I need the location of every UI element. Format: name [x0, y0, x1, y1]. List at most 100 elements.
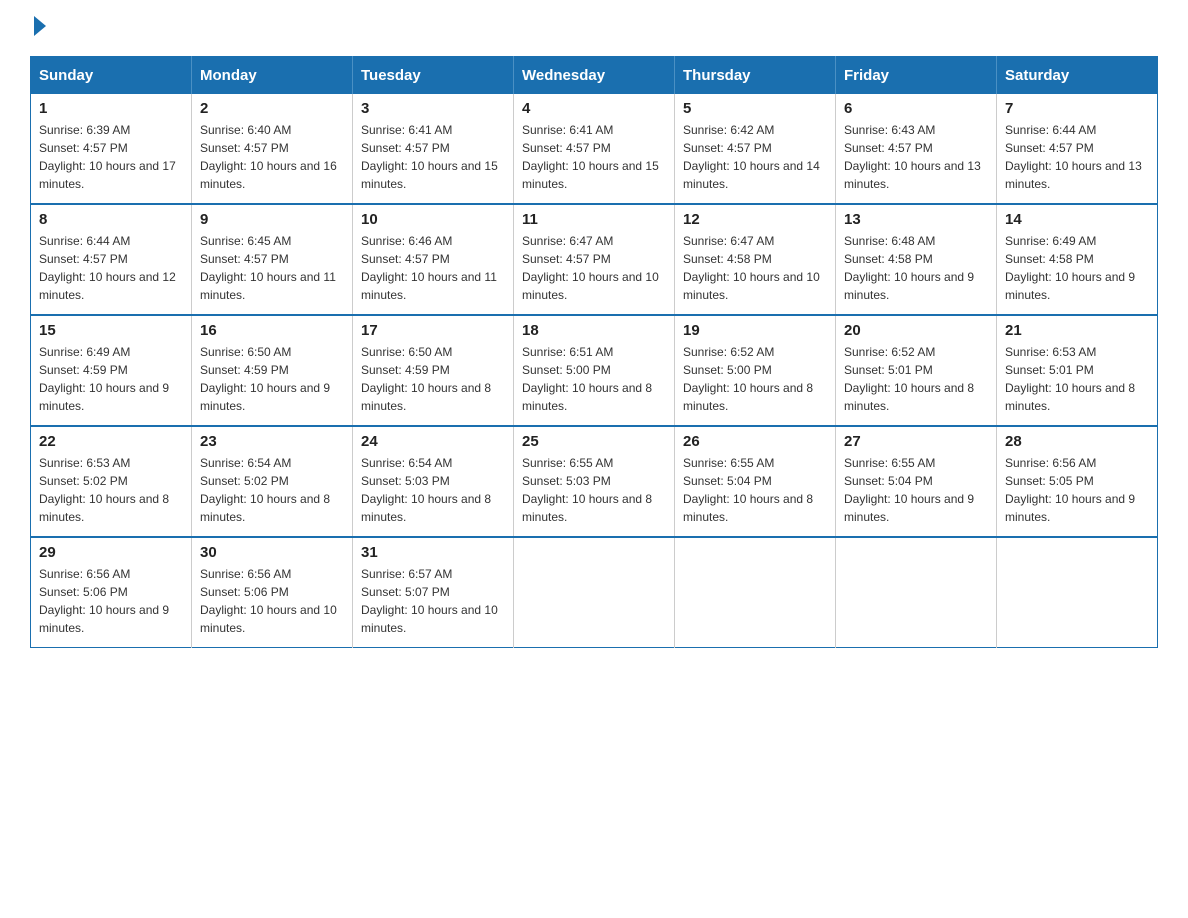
week-row-1: 1 Sunrise: 6:39 AM Sunset: 4:57 PM Dayli…: [31, 94, 1158, 204]
calendar-body: 1 Sunrise: 6:39 AM Sunset: 4:57 PM Dayli…: [31, 94, 1158, 648]
day-number: 28: [1005, 433, 1149, 450]
weekday-header-row: SundayMondayTuesdayWednesdayThursdayFrid…: [31, 57, 1158, 95]
day-cell: [836, 537, 997, 648]
day-cell: 5 Sunrise: 6:42 AM Sunset: 4:57 PM Dayli…: [675, 94, 836, 204]
day-number: 7: [1005, 100, 1149, 117]
week-row-4: 22 Sunrise: 6:53 AM Sunset: 5:02 PM Dayl…: [31, 426, 1158, 537]
day-cell: 22 Sunrise: 6:53 AM Sunset: 5:02 PM Dayl…: [31, 426, 192, 537]
day-number: 2: [200, 100, 344, 117]
day-info: Sunrise: 6:43 AM Sunset: 4:57 PM Dayligh…: [844, 121, 988, 193]
day-cell: 20 Sunrise: 6:52 AM Sunset: 5:01 PM Dayl…: [836, 315, 997, 426]
week-row-2: 8 Sunrise: 6:44 AM Sunset: 4:57 PM Dayli…: [31, 204, 1158, 315]
day-cell: 27 Sunrise: 6:55 AM Sunset: 5:04 PM Dayl…: [836, 426, 997, 537]
calendar-header: SundayMondayTuesdayWednesdayThursdayFrid…: [31, 57, 1158, 95]
day-info: Sunrise: 6:46 AM Sunset: 4:57 PM Dayligh…: [361, 232, 505, 304]
day-info: Sunrise: 6:54 AM Sunset: 5:02 PM Dayligh…: [200, 454, 344, 526]
day-cell: 7 Sunrise: 6:44 AM Sunset: 4:57 PM Dayli…: [997, 94, 1158, 204]
day-cell: 16 Sunrise: 6:50 AM Sunset: 4:59 PM Dayl…: [192, 315, 353, 426]
weekday-header-saturday: Saturday: [997, 57, 1158, 95]
day-number: 8: [39, 211, 183, 228]
day-cell: 30 Sunrise: 6:56 AM Sunset: 5:06 PM Dayl…: [192, 537, 353, 648]
day-info: Sunrise: 6:56 AM Sunset: 5:06 PM Dayligh…: [200, 565, 344, 637]
day-cell: [675, 537, 836, 648]
day-cell: 17 Sunrise: 6:50 AM Sunset: 4:59 PM Dayl…: [353, 315, 514, 426]
day-cell: 29 Sunrise: 6:56 AM Sunset: 5:06 PM Dayl…: [31, 537, 192, 648]
day-number: 26: [683, 433, 827, 450]
day-number: 15: [39, 322, 183, 339]
day-cell: 2 Sunrise: 6:40 AM Sunset: 4:57 PM Dayli…: [192, 94, 353, 204]
day-cell: 6 Sunrise: 6:43 AM Sunset: 4:57 PM Dayli…: [836, 94, 997, 204]
week-row-3: 15 Sunrise: 6:49 AM Sunset: 4:59 PM Dayl…: [31, 315, 1158, 426]
day-number: 17: [361, 322, 505, 339]
day-cell: 14 Sunrise: 6:49 AM Sunset: 4:58 PM Dayl…: [997, 204, 1158, 315]
day-info: Sunrise: 6:51 AM Sunset: 5:00 PM Dayligh…: [522, 343, 666, 415]
day-info: Sunrise: 6:44 AM Sunset: 4:57 PM Dayligh…: [39, 232, 183, 304]
day-number: 13: [844, 211, 988, 228]
day-number: 27: [844, 433, 988, 450]
day-cell: 11 Sunrise: 6:47 AM Sunset: 4:57 PM Dayl…: [514, 204, 675, 315]
day-info: Sunrise: 6:49 AM Sunset: 4:59 PM Dayligh…: [39, 343, 183, 415]
weekday-header-friday: Friday: [836, 57, 997, 95]
day-cell: 9 Sunrise: 6:45 AM Sunset: 4:57 PM Dayli…: [192, 204, 353, 315]
day-cell: 1 Sunrise: 6:39 AM Sunset: 4:57 PM Dayli…: [31, 94, 192, 204]
day-number: 1: [39, 100, 183, 117]
day-info: Sunrise: 6:39 AM Sunset: 4:57 PM Dayligh…: [39, 121, 183, 193]
day-number: 9: [200, 211, 344, 228]
day-info: Sunrise: 6:40 AM Sunset: 4:57 PM Dayligh…: [200, 121, 344, 193]
day-cell: 12 Sunrise: 6:47 AM Sunset: 4:58 PM Dayl…: [675, 204, 836, 315]
day-cell: [514, 537, 675, 648]
day-info: Sunrise: 6:41 AM Sunset: 4:57 PM Dayligh…: [361, 121, 505, 193]
day-number: 11: [522, 211, 666, 228]
day-cell: 31 Sunrise: 6:57 AM Sunset: 5:07 PM Dayl…: [353, 537, 514, 648]
day-cell: 24 Sunrise: 6:54 AM Sunset: 5:03 PM Dayl…: [353, 426, 514, 537]
day-number: 30: [200, 544, 344, 561]
day-cell: 23 Sunrise: 6:54 AM Sunset: 5:02 PM Dayl…: [192, 426, 353, 537]
day-info: Sunrise: 6:49 AM Sunset: 4:58 PM Dayligh…: [1005, 232, 1149, 304]
day-info: Sunrise: 6:57 AM Sunset: 5:07 PM Dayligh…: [361, 565, 505, 637]
logo-triangle-icon: [34, 16, 46, 36]
day-number: 31: [361, 544, 505, 561]
day-number: 12: [683, 211, 827, 228]
day-info: Sunrise: 6:54 AM Sunset: 5:03 PM Dayligh…: [361, 454, 505, 526]
day-info: Sunrise: 6:52 AM Sunset: 5:00 PM Dayligh…: [683, 343, 827, 415]
weekday-header-sunday: Sunday: [31, 57, 192, 95]
day-number: 4: [522, 100, 666, 117]
day-info: Sunrise: 6:52 AM Sunset: 5:01 PM Dayligh…: [844, 343, 988, 415]
day-number: 21: [1005, 322, 1149, 339]
day-info: Sunrise: 6:56 AM Sunset: 5:06 PM Dayligh…: [39, 565, 183, 637]
day-number: 14: [1005, 211, 1149, 228]
page-header: [30, 20, 1158, 36]
day-info: Sunrise: 6:45 AM Sunset: 4:57 PM Dayligh…: [200, 232, 344, 304]
weekday-header-monday: Monday: [192, 57, 353, 95]
day-info: Sunrise: 6:55 AM Sunset: 5:04 PM Dayligh…: [844, 454, 988, 526]
day-info: Sunrise: 6:53 AM Sunset: 5:02 PM Dayligh…: [39, 454, 183, 526]
day-info: Sunrise: 6:47 AM Sunset: 4:57 PM Dayligh…: [522, 232, 666, 304]
day-info: Sunrise: 6:55 AM Sunset: 5:04 PM Dayligh…: [683, 454, 827, 526]
day-number: 10: [361, 211, 505, 228]
day-cell: 3 Sunrise: 6:41 AM Sunset: 4:57 PM Dayli…: [353, 94, 514, 204]
day-number: 20: [844, 322, 988, 339]
weekday-header-thursday: Thursday: [675, 57, 836, 95]
day-number: 3: [361, 100, 505, 117]
day-number: 29: [39, 544, 183, 561]
day-cell: 19 Sunrise: 6:52 AM Sunset: 5:00 PM Dayl…: [675, 315, 836, 426]
day-number: 25: [522, 433, 666, 450]
day-cell: 18 Sunrise: 6:51 AM Sunset: 5:00 PM Dayl…: [514, 315, 675, 426]
day-cell: 4 Sunrise: 6:41 AM Sunset: 4:57 PM Dayli…: [514, 94, 675, 204]
day-info: Sunrise: 6:41 AM Sunset: 4:57 PM Dayligh…: [522, 121, 666, 193]
day-number: 19: [683, 322, 827, 339]
day-number: 22: [39, 433, 183, 450]
day-info: Sunrise: 6:55 AM Sunset: 5:03 PM Dayligh…: [522, 454, 666, 526]
day-number: 23: [200, 433, 344, 450]
day-cell: 25 Sunrise: 6:55 AM Sunset: 5:03 PM Dayl…: [514, 426, 675, 537]
week-row-5: 29 Sunrise: 6:56 AM Sunset: 5:06 PM Dayl…: [31, 537, 1158, 648]
day-cell: 21 Sunrise: 6:53 AM Sunset: 5:01 PM Dayl…: [997, 315, 1158, 426]
day-info: Sunrise: 6:48 AM Sunset: 4:58 PM Dayligh…: [844, 232, 988, 304]
day-number: 6: [844, 100, 988, 117]
day-info: Sunrise: 6:50 AM Sunset: 4:59 PM Dayligh…: [200, 343, 344, 415]
day-number: 24: [361, 433, 505, 450]
day-cell: 28 Sunrise: 6:56 AM Sunset: 5:05 PM Dayl…: [997, 426, 1158, 537]
day-info: Sunrise: 6:42 AM Sunset: 4:57 PM Dayligh…: [683, 121, 827, 193]
day-cell: 15 Sunrise: 6:49 AM Sunset: 4:59 PM Dayl…: [31, 315, 192, 426]
day-info: Sunrise: 6:53 AM Sunset: 5:01 PM Dayligh…: [1005, 343, 1149, 415]
